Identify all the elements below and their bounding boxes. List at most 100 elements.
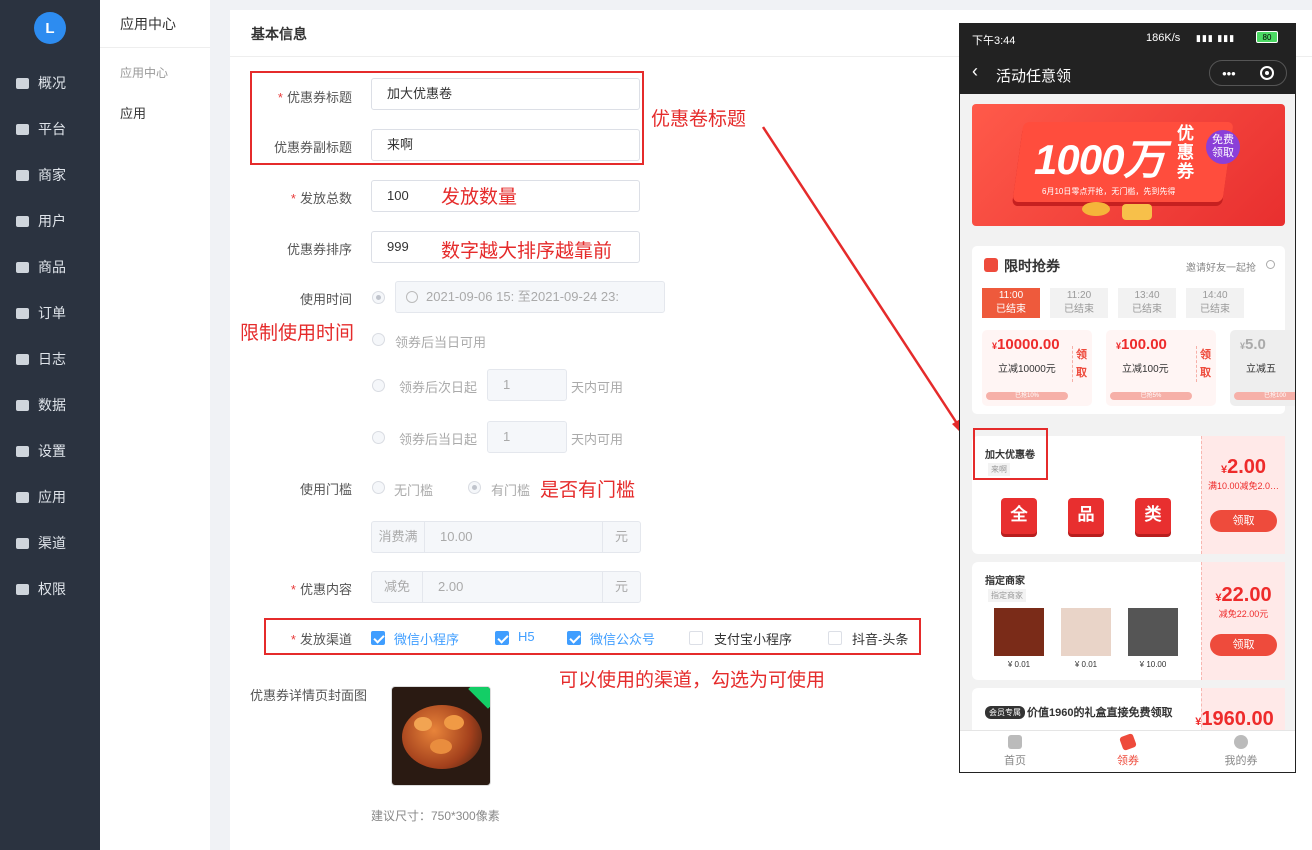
coupon2-tag: 指定商家 [988,589,1026,602]
monitor-icon [14,121,30,137]
sidebar-item-label: 商品 [38,259,66,275]
same-day-start-suffix: 天内可用 [571,432,624,447]
coupon3-title: 价值1960的礼盒直接免费领取 [1027,707,1173,719]
total-label-text: 发放总数 [299,191,352,206]
coupon-card-2[interactable]: 指定商家 指定商家 ¥ 0.01 ¥ 0.01 ¥ 10.00 ¥22.00 减免2… [972,562,1285,680]
coupon3-amount-value: 1960.00 [1201,708,1274,730]
same-day-start-radio[interactable] [372,431,385,444]
sidebar-item-label: 用户 [38,213,66,229]
tab-home[interactable]: 首页 [970,735,1060,768]
product-image[interactable] [1128,608,1178,656]
mini-coupon[interactable]: ¥10000.00 立减10000元 已抢10% 领取 [982,330,1092,406]
mini-get-button[interactable]: 领取 [1196,346,1212,382]
sidebar-item-0[interactable]: 概况 [0,60,100,106]
same-day-label: 领券后当日可用 [395,335,487,350]
tab-coupons-label: 领券 [1117,755,1139,767]
time-range-text: 2021-09-06 15: 至2021-09-24 23: [426,289,619,304]
cover-image[interactable] [391,686,491,786]
sort-label: 优惠券排序 [286,242,352,257]
sidebar-item-5[interactable]: 订单 [0,290,100,336]
slot-time: 13:40 [1134,290,1160,301]
time-label: 使用时间 [299,292,352,307]
sidebar: L 概况 平台 商家 用户 商品 订单 日志 数据 设置 应用 渠道 权限 [0,0,100,850]
category-icon: 类 [1135,498,1171,534]
mini-coupon[interactable]: ¥5.0 立减五 已抢100 [1230,330,1295,406]
coupon1-amount: ¥2.00 [1202,456,1285,479]
time-range-picker[interactable]: 2021-09-06 15: 至2021-09-24 23: [395,281,665,313]
highlight-box-channels [264,618,921,655]
sidebar-item-7[interactable]: 数据 [0,382,100,428]
discount-label-text: 优惠内容 [299,582,352,597]
time-slot[interactable]: 14:40 已结束 [1186,288,1244,318]
shop-icon [14,167,30,183]
min-spend-input[interactable]: 10.00 [425,522,602,552]
time-range-radio[interactable] [372,291,385,304]
tab-my-coupons-label: 我的券 [1224,755,1258,767]
annotation-threshold: 是否有门槛 [540,480,636,501]
next-day-radio[interactable] [372,379,385,392]
capsule-menu[interactable]: ••• [1209,60,1287,86]
sidebar-item-6[interactable]: 日志 [0,336,100,382]
mini-get-button[interactable]: 领取 [1072,346,1088,382]
coupon2-title: 指定商家 [985,576,1025,587]
same-day-start-input[interactable]: 1 [487,421,567,453]
mini-progress: 已抢10% [986,392,1068,400]
back-icon[interactable]: ‹ [972,61,978,82]
mini-progress: 已抢5% [1110,392,1192,400]
coupon1-desc: 满10.00减免2.0… [1207,481,1280,491]
gear-icon [14,443,30,459]
mini-amount-value: 100.00 [1121,336,1167,353]
category-icon: 品 [1068,498,1104,534]
discount-input[interactable]: 2.00 [423,572,602,602]
promo-banner[interactable]: 1000万 优惠券 免费领取 6月10日零点开抢，无门槛，先到先得 [972,104,1285,226]
product-image[interactable] [994,608,1044,656]
time-slot[interactable]: 11:00 已结束 [982,288,1040,318]
subnav-item-apps[interactable]: 应用 [100,103,210,122]
sidebar-item-2[interactable]: 商家 [0,152,100,198]
status-net: 186K/s [1146,32,1181,44]
tab-home-label: 首页 [1004,755,1026,767]
discount-prefix: 减免 [372,572,423,602]
next-day-input[interactable]: 1 [487,369,567,401]
sidebar-item-11[interactable]: 权限 [0,566,100,612]
threshold-label: 使用门槛 [299,482,352,497]
target-icon[interactable] [1259,66,1274,80]
coupon3-amount: ¥1960.00 [1184,708,1285,731]
status-bar: 下午3:44 186K/s ▮▮▮ ▮▮▮ 80 [960,24,1295,52]
time-slot[interactable]: 11:20 已结束 [1050,288,1108,318]
time-slot[interactable]: 13:40 已结束 [1118,288,1176,318]
sidebar-item-label: 概况 [38,75,66,91]
refresh-icon[interactable] [1266,260,1275,269]
category-icon: 全 [1001,498,1037,534]
annotation-channel: 可以使用的渠道，勾选为可使用 [559,670,826,691]
coupon1-get-button[interactable]: 领取 [1210,510,1277,532]
coupon2-get-button[interactable]: 领取 [1210,634,1277,656]
lock-icon [14,581,30,597]
product-image[interactable] [1061,608,1111,656]
apps-icon [14,489,30,505]
no-threshold-radio[interactable] [372,481,385,494]
subnav-title[interactable]: 应用中心 [100,0,210,48]
slot-time: 11:00 [998,290,1024,301]
mini-coupon[interactable]: ¥100.00 立减100元 已抢5% 领取 [1106,330,1216,406]
sidebar-item-label: 商家 [38,167,66,183]
min-spend-unit: 元 [602,522,640,552]
sidebar-item-10[interactable]: 渠道 [0,520,100,566]
invite-link[interactable]: 邀请好友一起抢 [1186,259,1256,274]
sidebar-item-8[interactable]: 设置 [0,428,100,474]
discount-group[interactable]: 减免 2.00 元 [371,571,641,603]
min-spend-group[interactable]: 消费满 10.00 元 [371,521,641,553]
tab-coupons[interactable]: 领券 [1083,733,1173,768]
sidebar-item-4[interactable]: 商品 [0,244,100,290]
tab-my-coupons[interactable]: 我的券 [1196,735,1286,768]
same-day-radio[interactable] [372,333,385,346]
highlight-box-preview [973,428,1048,480]
discount-label: * 优惠内容 [290,582,352,597]
more-icon[interactable]: ••• [1222,66,1236,81]
mini-amount: ¥100.00 [1116,336,1167,353]
sidebar-item-9[interactable]: 应用 [0,474,100,520]
sidebar-item-3[interactable]: 用户 [0,198,100,244]
banner-badge: 免费领取 [1206,130,1240,164]
sidebar-item-1[interactable]: 平台 [0,106,100,152]
has-threshold-radio[interactable] [468,481,481,494]
